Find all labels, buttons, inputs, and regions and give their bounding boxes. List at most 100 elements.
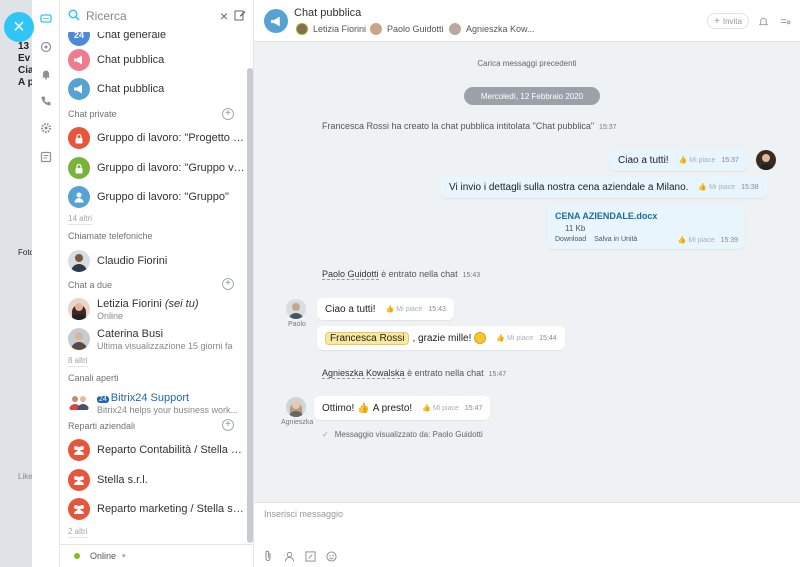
like-label[interactable]: Mi piace [433, 405, 459, 412]
recent-item-public-chat[interactable]: Chat pubblica [60, 45, 246, 75]
status-selector[interactable]: Online ▾ [60, 544, 254, 567]
quote-icon[interactable] [304, 550, 316, 562]
show-more-departments[interactable]: 2 altri [68, 527, 88, 538]
outgoing-message[interactable]: Ciao a tutti! 👍 Mi piace 15:37 [610, 149, 747, 171]
background-text: Ev [18, 53, 31, 64]
show-more-direct[interactable]: 8 altri [68, 356, 88, 367]
user-link[interactable]: Agnieszka Kowalska [322, 368, 405, 379]
outgoing-message[interactable]: Vi invio i dettagli sulla nostra cena az… [441, 176, 767, 198]
chats-tab-icon[interactable] [39, 12, 53, 26]
like-icon[interactable]: 👍 [422, 405, 431, 412]
chat-title[interactable]: Chat pubblica [294, 7, 361, 19]
sender-avatar[interactable] [756, 150, 776, 170]
like-label[interactable]: Mi piace [396, 306, 422, 313]
recent-item-open-channel[interactable]: 24 Bitrix24 Support Bitrix24 helps your b… [60, 388, 246, 418]
recent-list: 24 Chat generale Chat pubblica Chat pubb… [60, 32, 246, 544]
load-previous-link[interactable]: Carica messaggi precedenti [254, 59, 800, 68]
message-time: 15:47 [464, 405, 483, 412]
like-label[interactable]: Mi piace [709, 184, 735, 191]
scrollbar-thumb[interactable] [247, 68, 253, 543]
status-label: Online [90, 551, 117, 561]
member[interactable]: Paolo Guidotti [370, 23, 444, 35]
attach-file-icon[interactable] [262, 550, 274, 562]
recent-item-label: Chat pubblica [97, 83, 165, 95]
chat-menu-icon[interactable] [778, 14, 792, 28]
sender-name: Agnieszka [281, 419, 314, 426]
section-label-direct: Chat a due [68, 280, 113, 290]
message-time: 15:37 [599, 124, 617, 131]
mention-user-icon[interactable] [283, 550, 295, 562]
recent-item-department[interactable]: Reparto Contabilità / Stella s.r.l. [60, 435, 246, 465]
recent-item-department[interactable]: Stella s.r.l. [60, 465, 246, 495]
close-messenger-button[interactable]: × [4, 12, 34, 42]
like-icon[interactable]: 👍 [496, 335, 505, 342]
add-direct-chat-button[interactable]: + [222, 278, 234, 290]
read-receipt-text: Messaggio visualizzato da: Paolo Guidott… [334, 430, 483, 439]
background-text: Cia [18, 65, 32, 76]
message-text: A presto! [372, 402, 413, 414]
incoming-message[interactable]: Ottimo! 👍 A presto! 👍 Mi piace 15:47 [314, 396, 491, 420]
plus-icon: + [714, 15, 720, 27]
recent-item-group[interactable]: Gruppo di lavoro: "Gruppo ven... [60, 153, 246, 183]
incoming-message[interactable]: Ciao a tutti! 👍 Mi piace 15:43 [317, 298, 454, 320]
invite-button[interactable]: + Invita [707, 13, 749, 29]
add-department-button[interactable]: + [222, 419, 234, 431]
message-input[interactable] [264, 509, 784, 537]
bitrix-badge-icon: 24 [97, 395, 109, 403]
search-bar: × [60, 0, 254, 32]
member[interactable]: Agnieszka Kow... [449, 23, 535, 35]
recent-item-department[interactable]: Reparto marketing / Stella s.r.l. [60, 494, 246, 524]
recent-item-user[interactable]: Caterina Busi Ultima visualizzazione 15 … [60, 324, 246, 354]
sender-avatar[interactable] [286, 299, 306, 319]
messenger-nav-rail [32, 0, 60, 567]
recent-item-label: Reparto Contabilità / Stella s.r.l. [97, 444, 246, 456]
recent-item-user[interactable]: Letizia Fiorini (sei tu) Online [60, 294, 246, 324]
new-chat-pencil-icon[interactable] [234, 9, 246, 24]
lock-icon [68, 157, 90, 179]
settings-gear-icon[interactable] [39, 121, 53, 135]
emoji-smile-icon[interactable] [325, 550, 337, 562]
add-private-chat-button[interactable]: + [222, 108, 234, 120]
avatar [68, 328, 90, 350]
search-input[interactable] [86, 9, 206, 23]
incoming-message[interactable]: Francesca Rossi , grazie mille! 👍 Mi pia… [317, 326, 565, 350]
recent-scrollbar[interactable] [246, 32, 254, 544]
like-icon[interactable]: 👍 [698, 184, 707, 191]
recent-item-label: Chat generale [97, 32, 167, 41]
like-label[interactable]: Mi piace [689, 157, 715, 164]
sender-avatar[interactable] [286, 397, 306, 417]
message-list[interactable]: Carica messaggi precedenti Mercoledì, 12… [254, 43, 800, 502]
file-name[interactable]: CENA AZIENDALE.docx [555, 211, 657, 221]
user-link[interactable]: Paolo Guidotti [322, 269, 379, 280]
open-channels-icon[interactable] [39, 40, 53, 54]
recent-item-label: Gruppo di lavoro: "Gruppo ven... [97, 162, 246, 174]
message-text: Ciao a tutti! [618, 154, 669, 166]
recent-item-call[interactable]: Claudio Fiorini [60, 246, 246, 276]
recent-item-public-chat[interactable]: Chat pubblica [60, 74, 246, 104]
background-text: A p [18, 77, 32, 88]
member[interactable]: Letizia Fiorini [296, 23, 366, 35]
like-label[interactable]: Mi piace [688, 237, 714, 244]
notifications-toggle-icon[interactable] [756, 14, 770, 28]
message-text: , grazie mille! [412, 332, 472, 344]
checkmark-icon: ✓ [322, 430, 329, 439]
like-label[interactable]: Mi piace [507, 335, 533, 342]
like-icon[interactable]: 👍 [386, 306, 395, 313]
message-text: Ottimo! [322, 402, 355, 414]
megaphone-icon [264, 9, 288, 33]
show-more-private[interactable]: 14 altri [68, 214, 93, 225]
recent-item-group[interactable]: Gruppo di lavoro: "Progetto pu... [60, 123, 246, 153]
like-icon[interactable]: 👍 [678, 237, 687, 244]
clear-search-icon[interactable]: × [220, 8, 228, 24]
file-attachment[interactable]: CENA AZIENDALE.docx 11 Kb Download Salva … [547, 205, 744, 249]
user-name: Letizia Fiorini [97, 297, 162, 310]
thumbs-up-emoji-icon: 👍 [357, 402, 370, 414]
recent-item-group[interactable]: Gruppo di lavoro: "Gruppo" [60, 182, 246, 212]
notifications-bell-icon[interactable] [39, 67, 53, 81]
phone-icon[interactable] [39, 94, 53, 108]
save-to-drive-link[interactable]: Salva in Unità [594, 236, 637, 243]
notes-icon[interactable] [39, 150, 53, 164]
download-link[interactable]: Download [555, 236, 586, 243]
like-icon[interactable]: 👍 [679, 157, 688, 164]
user-mention[interactable]: Francesca Rossi [325, 331, 410, 345]
